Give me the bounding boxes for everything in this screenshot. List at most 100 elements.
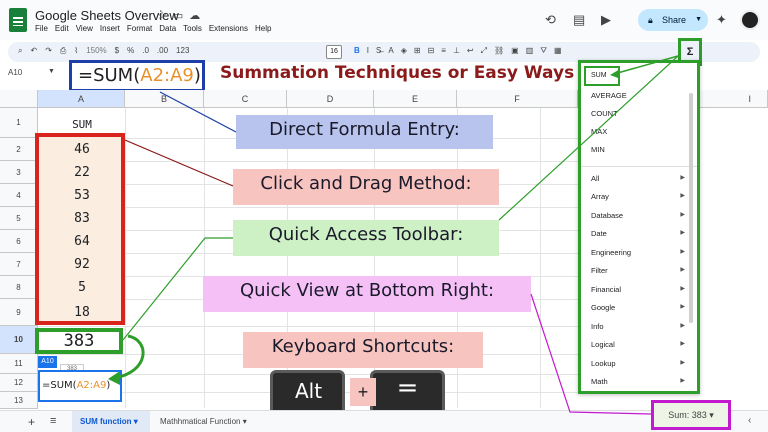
- comments-icon[interactable]: ▤: [573, 12, 585, 28]
- borders-icon[interactable]: ⊞: [414, 46, 421, 56]
- history-icon[interactable]: ⟲: [545, 12, 556, 28]
- cell-a6[interactable]: 64: [39, 234, 125, 249]
- menu-edit[interactable]: Edit: [55, 24, 69, 33]
- gemini-icon[interactable]: ✦: [716, 12, 727, 28]
- column-header-d[interactable]: D: [287, 90, 374, 108]
- menu-category-filter[interactable]: Filter ▶: [591, 266, 691, 275]
- menu-extensions[interactable]: Extensions: [209, 24, 248, 33]
- row-header-9[interactable]: 9: [0, 299, 38, 326]
- valign-icon[interactable]: ⊥: [453, 46, 460, 56]
- menu-data[interactable]: Data: [159, 24, 176, 33]
- increase-decimal[interactable]: .00: [157, 46, 168, 56]
- cell-a8[interactable]: 5: [39, 280, 125, 295]
- percent-format[interactable]: %: [127, 46, 134, 56]
- menu-category-financial[interactable]: Financial ▶: [591, 285, 691, 294]
- merge-icon[interactable]: ⊟: [428, 46, 435, 56]
- cell-a3[interactable]: 22: [39, 165, 125, 180]
- paint-format-icon[interactable]: ⌇: [74, 46, 78, 56]
- row-header-4[interactable]: 4: [0, 184, 38, 207]
- column-header-e[interactable]: E: [374, 90, 457, 108]
- menu-tools[interactable]: Tools: [183, 24, 202, 33]
- all-sheets-icon[interactable]: ≡: [50, 415, 56, 427]
- meet-icon[interactable]: ▶: [601, 12, 611, 28]
- row-header-6[interactable]: 6: [0, 230, 38, 253]
- menu-category-google[interactable]: Google ▶: [591, 303, 691, 312]
- chart-icon[interactable]: ▥: [526, 46, 534, 56]
- decrease-decimal[interactable]: .0: [142, 46, 149, 56]
- name-box[interactable]: A10: [8, 68, 22, 77]
- row-header-5[interactable]: 5: [0, 207, 38, 230]
- redo-icon[interactable]: ↷: [45, 46, 52, 56]
- italic-icon[interactable]: I: [367, 46, 369, 56]
- menu-file[interactable]: File: [35, 24, 48, 33]
- cell-a2[interactable]: 46: [39, 142, 125, 157]
- column-header-b[interactable]: B: [125, 90, 204, 108]
- font-size-input[interactable]: 16: [326, 45, 342, 59]
- align-icon[interactable]: ≡: [441, 46, 446, 56]
- menu-category-date[interactable]: Date ▶: [591, 229, 691, 238]
- menu-category-database[interactable]: Database ▶: [591, 211, 691, 220]
- row-header-3[interactable]: 3: [0, 161, 38, 184]
- more-formats[interactable]: 123: [176, 46, 189, 56]
- add-sheet-icon[interactable]: +: [28, 415, 35, 429]
- cell-a5[interactable]: 83: [39, 211, 125, 226]
- rotate-icon[interactable]: ⤢: [481, 46, 487, 56]
- menu-insert[interactable]: Insert: [100, 24, 120, 33]
- fill-color-icon[interactable]: ◈: [401, 46, 407, 56]
- print-icon[interactable]: ⎙: [60, 46, 66, 56]
- cloud-status-icon[interactable]: ☁: [189, 10, 206, 22]
- cell-a10-result[interactable]: 383: [35, 328, 123, 354]
- name-box-chevron-icon[interactable]: ▼: [48, 68, 55, 75]
- menu-help[interactable]: Help: [255, 24, 271, 33]
- cell-a4[interactable]: 53: [39, 188, 125, 203]
- avatar[interactable]: [740, 10, 760, 30]
- in-cell-editor[interactable]: =SUM(A2:A9): [38, 370, 122, 402]
- menu-item-max[interactable]: MAX: [591, 127, 691, 136]
- move-folder-icon[interactable]: ▭: [173, 10, 189, 22]
- cell-a1[interactable]: SUM: [39, 118, 125, 131]
- row-header-13[interactable]: 13: [0, 392, 38, 409]
- chevron-down-icon[interactable]: ▼: [695, 9, 702, 31]
- cell-a9[interactable]: 18: [39, 305, 125, 320]
- filter-views-icon[interactable]: ▦: [554, 46, 562, 56]
- currency-format[interactable]: $: [115, 46, 119, 56]
- column-header-c[interactable]: C: [204, 90, 287, 108]
- formula-input[interactable]: =SUM(A2:A9): [69, 60, 205, 92]
- menu-category-all[interactable]: All ▶: [591, 174, 691, 183]
- menu-category-engineering[interactable]: Engineering ▶: [591, 248, 691, 257]
- select-all-corner[interactable]: [0, 90, 38, 108]
- filter-icon[interactable]: ⛛: [540, 46, 547, 56]
- strikethrough-icon[interactable]: S̶: [376, 46, 381, 56]
- star-icon[interactable]: ☆: [157, 10, 173, 22]
- undo-icon[interactable]: ↶: [30, 46, 37, 56]
- column-header-f[interactable]: F: [457, 90, 578, 108]
- row-header-1[interactable]: 1: [0, 108, 38, 138]
- sum-quick-view-chip[interactable]: Sum: 383 ▾: [651, 400, 731, 430]
- row-header-8[interactable]: 8: [0, 276, 38, 299]
- row-header-10[interactable]: 10: [0, 326, 38, 354]
- menu-item-average[interactable]: AVERAGE: [591, 91, 691, 100]
- row-header-12[interactable]: 12: [0, 374, 38, 392]
- menu-view[interactable]: View: [76, 24, 93, 33]
- menu-item-sum[interactable]: SUM: [584, 66, 620, 86]
- wrap-icon[interactable]: ↩: [467, 46, 474, 56]
- menu-category-info[interactable]: Info ▶: [591, 322, 691, 331]
- menu-format[interactable]: Format: [127, 24, 152, 33]
- row-header-7[interactable]: 7: [0, 253, 38, 276]
- side-panel-toggle-icon[interactable]: ‹: [748, 415, 751, 426]
- menu-item-min[interactable]: MIN: [591, 145, 691, 154]
- menu-scrollbar[interactable]: [689, 93, 693, 323]
- comment-icon[interactable]: ▣: [511, 46, 519, 56]
- bold-button[interactable]: B: [354, 46, 360, 56]
- column-header-a[interactable]: A: [38, 90, 125, 108]
- row-header-2[interactable]: 2: [0, 138, 38, 161]
- row-header-11[interactable]: 11: [0, 354, 38, 374]
- menu-category-logical[interactable]: Logical ▶: [591, 340, 691, 349]
- zoom-select[interactable]: 150%: [86, 46, 106, 56]
- menu-category-math[interactable]: Math ▶: [591, 377, 691, 386]
- menu-category-array[interactable]: Array ▶: [591, 192, 691, 201]
- sheets-logo-icon[interactable]: [9, 8, 27, 32]
- menu-item-count[interactable]: COUNT: [591, 109, 691, 118]
- menu-category-lookup[interactable]: Lookup ▶: [591, 359, 691, 368]
- tab-sum-function[interactable]: SUM function ▾: [72, 411, 150, 432]
